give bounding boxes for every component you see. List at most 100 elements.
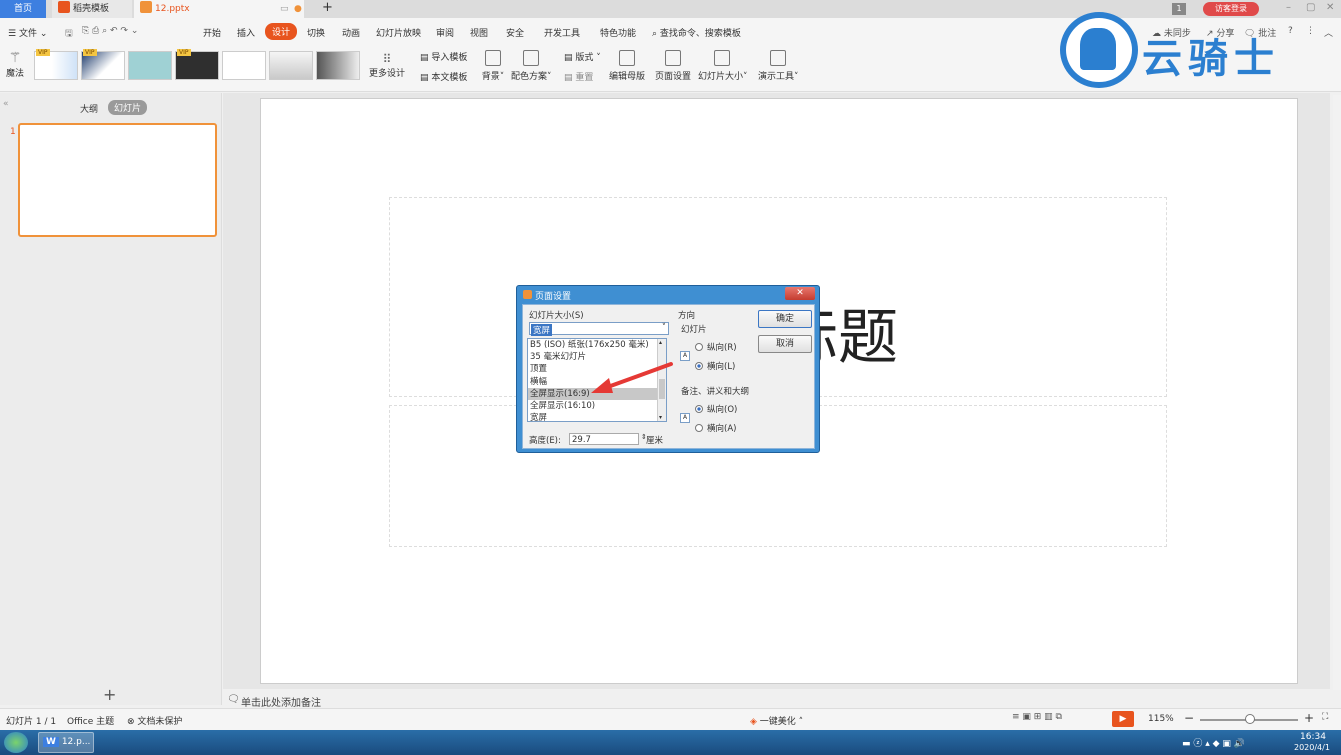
quick-toolbar-icons[interactable]: ⎘ ⎙ ⌕ ↶ ↷ ⌄ — [82, 26, 138, 36]
vertical-scrollbar[interactable] — [1333, 95, 1341, 690]
template-thumbnail[interactable] — [269, 51, 313, 80]
minimize-icon[interactable]: – — [1286, 2, 1291, 13]
protection-status[interactable]: ⊗ 文档未保护 — [127, 714, 182, 727]
template-thumbnail[interactable]: VIP — [81, 49, 125, 80]
menu-item[interactable]: 动画 — [342, 26, 360, 39]
search-command[interactable]: ⌕ 查找命令、搜索模板 — [652, 26, 741, 39]
radio-icon — [695, 424, 703, 432]
tab-outline[interactable]: 大纲 — [80, 102, 98, 115]
slide-size-select[interactable]: 宽屏 ˅ — [529, 322, 669, 336]
edit-master-button[interactable]: 编辑母版 — [608, 50, 646, 82]
slide-thumbnail-pane: « 大纲 幻灯片 1 + — [0, 93, 222, 705]
ok-button[interactable]: 确定 — [758, 310, 812, 328]
template-thumbnail[interactable]: VIP — [175, 49, 219, 80]
slide-size-button[interactable]: 幻灯片大小˅ — [698, 50, 748, 82]
close-icon[interactable]: ✕ — [1326, 2, 1334, 13]
dialog-close-button[interactable]: ✕ — [785, 287, 815, 300]
slide-count: 幻灯片 1 / 1 — [6, 717, 57, 727]
tab-file[interactable]: 12.pptx ▭ ● — [134, 0, 304, 18]
view-buttons[interactable]: ≡ ▣ ⊞ ▥ ⧉ — [1012, 712, 1062, 722]
template-thumbnail[interactable]: VIP — [34, 49, 78, 80]
notes-landscape-radio[interactable]: 横向(A) — [695, 422, 736, 434]
menu-item[interactable]: 幻灯片放映 — [376, 26, 421, 39]
menu-item[interactable]: 插入 — [237, 26, 255, 39]
menu-file[interactable]: ☰ 文件 ⌄ — [8, 26, 47, 39]
login-button[interactable]: 访客登录 — [1203, 2, 1259, 16]
slide-thumbnail[interactable] — [18, 123, 217, 237]
reset-button[interactable]: ▤ 重置 — [564, 70, 593, 83]
radio-icon — [695, 343, 703, 351]
template-thumbnail[interactable] — [222, 51, 266, 80]
notes-portrait-radio[interactable]: 纵向(O) — [695, 403, 737, 415]
height-input[interactable]: 29.7 — [569, 433, 639, 445]
menu-item[interactable]: 审阅 — [436, 26, 454, 39]
tab-template[interactable]: 稻壳模板 — [52, 0, 132, 18]
notes-placeholder: 单击此处添加备注 — [241, 698, 321, 709]
slide-portrait-radio[interactable]: 纵向(R) — [695, 341, 737, 353]
dialog-app-icon — [523, 290, 532, 299]
notes-area[interactable]: 🗨 单击此处添加备注 — [223, 690, 1330, 709]
fit-window-icon[interactable]: ⛶ — [1322, 712, 1328, 722]
scroll-down-icon[interactable]: ▾ — [659, 414, 662, 421]
theme-name[interactable]: Office 主题 — [67, 714, 114, 727]
slide-landscape-radio[interactable]: 横向(L) — [695, 360, 735, 372]
text-template-button[interactable]: ▤ 本文模板 — [420, 70, 467, 83]
status-bar: 幻灯片 1 / 1 Office 主题 ⊗ 文档未保护 ◈ 一键美化 ˄ ≡ ▣… — [0, 708, 1341, 730]
radio-checked-icon — [695, 362, 703, 370]
monitor-icon[interactable]: ▭ — [280, 0, 289, 18]
menu-item[interactable]: 切换 — [307, 26, 325, 39]
layout-icon: ▤ — [564, 53, 573, 63]
add-slide-button[interactable]: + — [103, 685, 116, 704]
import-icon: ▤ — [420, 53, 429, 63]
search-icon: ⌕ — [652, 29, 658, 39]
zoom-level[interactable]: 115% — [1148, 714, 1174, 724]
help-icon[interactable]: ? — [1288, 26, 1293, 36]
height-label: 高度(E): — [529, 436, 561, 446]
play-slideshow-button[interactable]: ▶ — [1112, 711, 1134, 727]
save-icon[interactable]: 🖫 — [65, 26, 73, 42]
tray-icons[interactable]: ▬ ⓩ ▴ ◆ ▣ 🔊 — [1182, 736, 1245, 749]
new-tab-button[interactable]: + — [316, 0, 333, 18]
ribbon: ⚚ 魔法 VIP VIP VIP ⠿ 更多设计 ▤ 导入模板 ▤ 本文模板 背景˅ … — [0, 46, 1341, 92]
zoom-slider-handle[interactable] — [1245, 714, 1255, 724]
more-design-button[interactable]: ⠿ 更多设计 — [368, 52, 406, 79]
more-icon[interactable]: ⋮ — [1306, 26, 1315, 36]
template-thumbnail[interactable] — [316, 51, 360, 80]
menu-item[interactable]: 视图 — [470, 26, 488, 39]
windows-taskbar: W 12.p... ▬ ⓩ ▴ ◆ ▣ 🔊 16:34 2020/4/1 — [0, 730, 1341, 755]
slide-size-selected: 宽屏 — [531, 324, 553, 336]
zoom-in-icon[interactable]: + — [1304, 711, 1314, 725]
collapse-ribbon-icon[interactable]: ︿ — [1324, 26, 1333, 39]
taskbar-app-wps[interactable]: W 12.p... — [38, 732, 94, 753]
menu-item[interactable]: 特色功能 — [600, 26, 636, 39]
menu-item[interactable]: 开始 — [203, 26, 221, 39]
list-item[interactable]: 全屏显示(16:10) — [528, 400, 666, 412]
background-icon — [485, 50, 501, 66]
list-item[interactable]: 宽屏 — [528, 412, 666, 424]
menu-item-active[interactable]: 设计 — [265, 23, 298, 40]
layout-button[interactable]: ▤ 版式 ˅ — [564, 50, 601, 63]
template-icon: ▤ — [420, 73, 429, 83]
template-thumbnail[interactable] — [128, 51, 172, 80]
tab-bar: 首页 稻壳模板 12.pptx ▭ ● + 1 访客登录 – ▢ ✕ — [0, 0, 1341, 18]
magic-button[interactable]: ⚚ 魔法 — [4, 50, 26, 79]
menu-item[interactable]: 安全 — [506, 26, 524, 39]
scroll-up-icon[interactable]: ▴ — [659, 339, 662, 346]
import-template-button[interactable]: ▤ 导入模板 — [420, 50, 467, 63]
menu-item[interactable]: 开发工具 — [544, 26, 580, 39]
presentation-tools-button[interactable]: 演示工具˅ — [758, 50, 799, 82]
presentation-icon — [770, 50, 786, 66]
background-button[interactable]: 背景˅ — [480, 50, 506, 82]
beautify-button[interactable]: ◈ 一键美化 ˄ — [750, 714, 803, 727]
tab-home[interactable]: 首页 — [0, 0, 46, 18]
tab-slides[interactable]: 幻灯片 — [108, 100, 148, 115]
watermark-text: 云骑士 — [1142, 36, 1280, 82]
page-setup-button[interactable]: 页面设置 — [654, 50, 692, 82]
cancel-button[interactable]: 取消 — [758, 335, 812, 353]
start-button[interactable] — [4, 732, 28, 753]
collapse-pane-icon[interactable]: « — [3, 99, 9, 109]
zoom-out-icon[interactable]: − — [1184, 711, 1194, 725]
maximize-icon[interactable]: ▢ — [1306, 2, 1315, 13]
color-scheme-button[interactable]: 配色方案˅ — [511, 50, 552, 82]
list-item[interactable]: B5 (ISO) 纸张(176x250 毫米) — [528, 339, 666, 351]
